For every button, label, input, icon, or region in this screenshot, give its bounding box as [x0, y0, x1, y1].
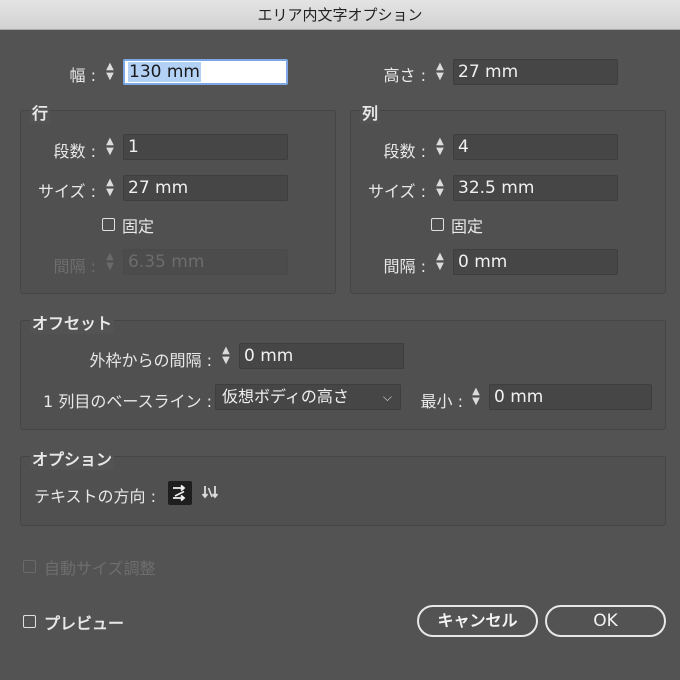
columns-count-label: 段数 :	[383, 142, 426, 161]
flow-horizontal-icon[interactable]	[168, 481, 192, 505]
chevron-down-icon: ⌵	[382, 390, 392, 404]
preview-checkbox[interactable]	[23, 615, 36, 628]
columns-count-stepper[interactable]: ▲ ▼	[429, 134, 451, 160]
width-field[interactable]: 130 mm	[123, 59, 288, 85]
columns-size-label: サイズ :	[368, 182, 426, 201]
columns-gutter-field[interactable]: 0 mm	[453, 249, 618, 275]
first-baseline-value: 仮想ボディの高さ	[222, 387, 349, 406]
rows-gutter-stepper: ▲ ▼	[106, 251, 114, 272]
preview-label: プレビュー	[44, 614, 125, 633]
width-label: 幅 :	[69, 66, 96, 85]
rows-size-stepper[interactable]: ▲ ▼	[99, 175, 121, 201]
columns-count-field[interactable]: 4	[453, 134, 618, 160]
height-label: 高さ :	[383, 66, 426, 85]
rows-title: 行	[30, 100, 51, 124]
rows-count-stepper[interactable]: ▲ ▼	[99, 134, 121, 160]
columns-fixed-label: 固定	[451, 217, 484, 236]
flow-vertical-icon-graphic	[201, 486, 219, 499]
width-stepper[interactable]: ▲ ▼	[99, 59, 121, 85]
rows-fixed-label: 固定	[122, 217, 155, 236]
rows-count-label: 段数 :	[53, 142, 96, 161]
window-title: エリア内文字オプション	[0, 0, 680, 30]
width-value: 130 mm	[128, 62, 201, 82]
cancel-button[interactable]: キャンセル	[417, 605, 538, 637]
inset-stepper[interactable]: ▲ ▼	[215, 343, 237, 369]
min-stepper[interactable]: ▲ ▼	[465, 384, 487, 410]
height-stepper[interactable]: ▲ ▼	[429, 59, 451, 85]
rows-size-label: サイズ :	[38, 182, 96, 201]
inset-field[interactable]: 0 mm	[239, 343, 404, 369]
columns-gutter-stepper[interactable]: ▲ ▼	[429, 249, 451, 275]
min-label: 最小 :	[420, 392, 463, 411]
flow-vertical-icon[interactable]	[198, 481, 222, 505]
rows-fixed-checkbox[interactable]	[102, 218, 115, 231]
rows-size-field[interactable]: 27 mm	[123, 175, 288, 201]
text-flow-label: テキストの方向 :	[34, 487, 156, 506]
columns-size-field[interactable]: 32.5 mm	[453, 175, 618, 201]
rows-gutter-field: 6.35 mm	[123, 249, 288, 275]
min-field[interactable]: 0 mm	[489, 384, 652, 410]
auto-size-label: 自動サイズ調整	[44, 559, 156, 578]
columns-title: 列	[360, 100, 381, 124]
inset-label: 外枠からの間隔 :	[89, 351, 212, 370]
columns-fixed-checkbox[interactable]	[431, 218, 444, 231]
auto-size-checkbox	[23, 560, 36, 573]
rows-count-field[interactable]: 1	[123, 134, 288, 160]
height-field[interactable]: 27 mm	[453, 59, 618, 85]
ok-button[interactable]: OK	[545, 605, 666, 637]
columns-size-stepper[interactable]: ▲ ▼	[429, 175, 451, 201]
rows-gutter-label: 間隔 :	[53, 257, 96, 276]
offset-panel	[20, 320, 666, 430]
options-title: オプション	[30, 446, 115, 470]
first-baseline-select[interactable]: 仮想ボディの高さ ⌵	[215, 384, 401, 410]
columns-gutter-label: 間隔 :	[383, 257, 426, 276]
first-baseline-label: 1 列目のベースライン :	[43, 392, 212, 411]
flow-horizontal-icon-graphic	[173, 484, 186, 502]
offset-title: オフセット	[30, 310, 115, 334]
